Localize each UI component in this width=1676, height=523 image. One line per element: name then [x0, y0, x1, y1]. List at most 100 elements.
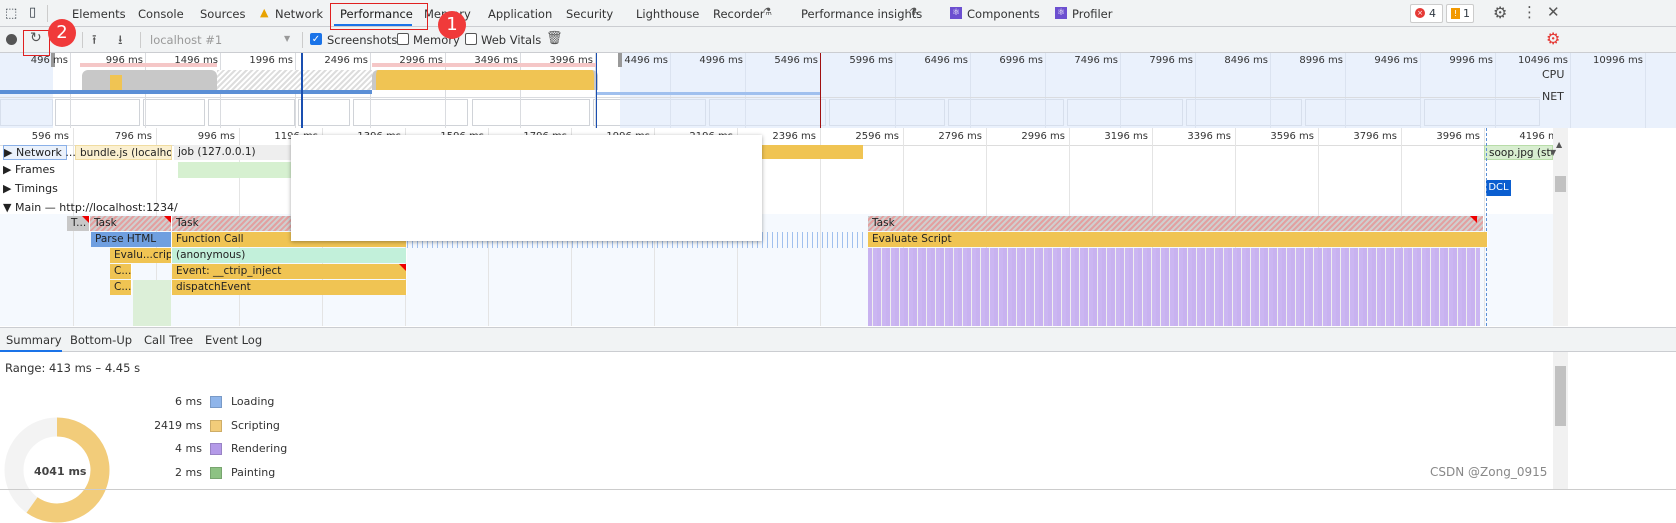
- dcl-marker[interactable]: DCL: [1486, 180, 1511, 196]
- divider: [47, 5, 48, 22]
- scrollbar-thumb[interactable]: [1555, 176, 1566, 192]
- flame-event-label: Event: __ctrip_inject: [176, 265, 282, 277]
- overview-tick-label: 496 ms: [30, 55, 68, 66]
- tab-performance-insights[interactable]: Performance insights: [801, 7, 922, 21]
- error-icon: ×: [1415, 8, 1425, 18]
- scroll-up-icon[interactable]: ▲: [1556, 140, 1562, 149]
- settings-gear-icon[interactable]: ⚙: [1493, 3, 1507, 22]
- trash-icon[interactable]: 🗑: [546, 31, 563, 46]
- device-toolbar-icon[interactable]: ▯: [29, 5, 36, 20]
- tab-bottom-up[interactable]: Bottom-Up: [70, 333, 132, 347]
- screenshots-checkbox[interactable]: ✓: [310, 33, 322, 45]
- flame-tick-label: 3196 ms: [1104, 131, 1148, 142]
- tab-summary[interactable]: Summary: [6, 333, 62, 347]
- flame-call[interactable]: C...: [110, 264, 132, 279]
- flame-anonymous[interactable]: (anonymous): [172, 248, 407, 263]
- summary-scrollbar[interactable]: [1553, 352, 1568, 490]
- chevron-down-icon: ▼: [284, 34, 291, 43]
- more-options-icon[interactable]: ⋮: [1522, 3, 1537, 21]
- capture-settings-gear-icon[interactable]: ⚙: [1546, 29, 1560, 48]
- watermark: CSDN @Zong_0915: [1430, 465, 1548, 479]
- legend-value: 4 ms: [175, 442, 202, 455]
- screenshot-thumbnail[interactable]: [55, 99, 140, 126]
- screenshot-thumbnail[interactable]: [472, 99, 590, 126]
- overview-tick-label: 1496 ms: [174, 55, 218, 66]
- react-icon: ⚛: [1055, 7, 1067, 19]
- track-network-label: Network ...: [15, 146, 76, 159]
- errors-badge[interactable]: × 4: [1410, 4, 1443, 23]
- overview-tick-label: 2496 ms: [324, 55, 368, 66]
- flame-task[interactable]: Task: [90, 216, 172, 231]
- scrollbar-thumb[interactable]: [1555, 366, 1566, 426]
- download-profile-icon[interactable]: ⭳: [118, 31, 123, 53]
- flame-task[interactable]: T...: [67, 216, 90, 231]
- tab-lighthouse[interactable]: Lighthouse: [636, 7, 699, 21]
- flame-scrollbar[interactable]: ▲: [1553, 128, 1568, 326]
- screenshots-label: Screenshots: [327, 33, 398, 47]
- tab-console[interactable]: Console: [138, 7, 184, 21]
- upload-profile-icon[interactable]: ⭱: [92, 31, 97, 53]
- overview-tick-label: 11: [1658, 55, 1676, 66]
- tab-elements[interactable]: Elements: [72, 7, 126, 21]
- divider: [140, 32, 141, 48]
- network-request-soop[interactable]: soop.jpg (stora: [1484, 145, 1553, 160]
- network-request-bundle[interactable]: bundle.js (localhost): [75, 145, 172, 160]
- legend-swatch: [210, 466, 222, 479]
- tab-security[interactable]: Security: [566, 7, 613, 21]
- target-select[interactable]: localhost #1 ▼: [144, 30, 298, 50]
- flame-task[interactable]: Task: [868, 216, 1484, 231]
- tab-application[interactable]: Application: [488, 7, 552, 21]
- flame-event-ctrip-inject[interactable]: Event: __ctrip_inject: [172, 264, 407, 279]
- track-frames[interactable]: ▶ Frames: [3, 163, 55, 176]
- web-vitals-checkbox[interactable]: [465, 33, 477, 45]
- flame-call[interactable]: C...: [110, 280, 132, 295]
- tab-sources[interactable]: Sources: [200, 7, 246, 21]
- tab-event-log[interactable]: Event Log: [205, 333, 262, 347]
- divider: [302, 32, 303, 48]
- cpu-label: CPU: [1542, 68, 1565, 81]
- tab-recorder[interactable]: Recorder: [713, 7, 765, 21]
- network-bar: [596, 92, 820, 95]
- flame-tick-label: 3996 ms: [1436, 131, 1480, 142]
- selection-marker: [596, 53, 597, 128]
- warning-icon: ▲: [260, 6, 269, 19]
- flame-tick-label: 3396 ms: [1187, 131, 1231, 142]
- overview-tick-label: 6996 ms: [999, 55, 1043, 66]
- scroll-down-icon[interactable]: ▼: [1550, 148, 1556, 157]
- tab-call-tree[interactable]: Call Tree: [144, 333, 193, 347]
- track-frames-label: Frames: [14, 163, 55, 176]
- overview-tick-label: 8496 ms: [1224, 55, 1268, 66]
- timeline-overview[interactable]: CPU NET 496 ms 996 ms 1496 ms 1996 ms 2496 m…: [0, 53, 1676, 128]
- record-button[interactable]: [6, 34, 17, 45]
- screenshot-thumbnail[interactable]: [143, 99, 205, 126]
- memory-checkbox[interactable]: [397, 33, 409, 45]
- close-icon[interactable]: ✕: [1547, 3, 1560, 21]
- expand-icon: ▶: [3, 163, 15, 176]
- overview-tick-label: 2996 ms: [399, 55, 443, 66]
- track-timings[interactable]: ▶ Timings: [3, 182, 58, 195]
- tab-components[interactable]: Components: [967, 7, 1040, 21]
- track-network[interactable]: ▶ Network ...: [3, 145, 76, 160]
- warnings-badge[interactable]: ! 1: [1446, 4, 1474, 23]
- legend-swatch: [210, 443, 222, 455]
- flask-icon: ⚗: [909, 7, 918, 18]
- dcl-line: [1486, 128, 1487, 326]
- track-main[interactable]: ▼ Main — http://localhost:1234/: [3, 201, 178, 214]
- screenshot-thumbnail[interactable]: [298, 99, 350, 126]
- flame-evaluate-script[interactable]: Evalu...cript: [110, 248, 172, 263]
- flame-parse-html[interactable]: Parse HTML: [91, 232, 172, 247]
- flame-evaluate-script-main[interactable]: Evaluate Script: [868, 232, 1488, 247]
- screenshot-tooltip: [291, 135, 762, 241]
- screenshot-thumbnail[interactable]: [208, 99, 295, 126]
- legend-value: 6 ms: [175, 395, 202, 408]
- flame-tick-label: 4196 ms: [1519, 131, 1553, 142]
- flame-chart[interactable]: ▶ Network ... ▶ Frames ▶ Timings ▼ Main …: [0, 128, 1553, 326]
- legend-value: 2 ms: [175, 465, 202, 479]
- tab-network[interactable]: Network: [275, 7, 323, 21]
- flame-tick-label: 3596 ms: [1270, 131, 1314, 142]
- flame-dispatch-event[interactable]: dispatchEvent: [172, 280, 407, 295]
- inspect-element-icon[interactable]: ⬚: [5, 6, 17, 21]
- tab-profiler[interactable]: Profiler: [1072, 7, 1113, 21]
- network-bar: [0, 90, 372, 94]
- flame-tick-label: 596 ms: [31, 131, 69, 142]
